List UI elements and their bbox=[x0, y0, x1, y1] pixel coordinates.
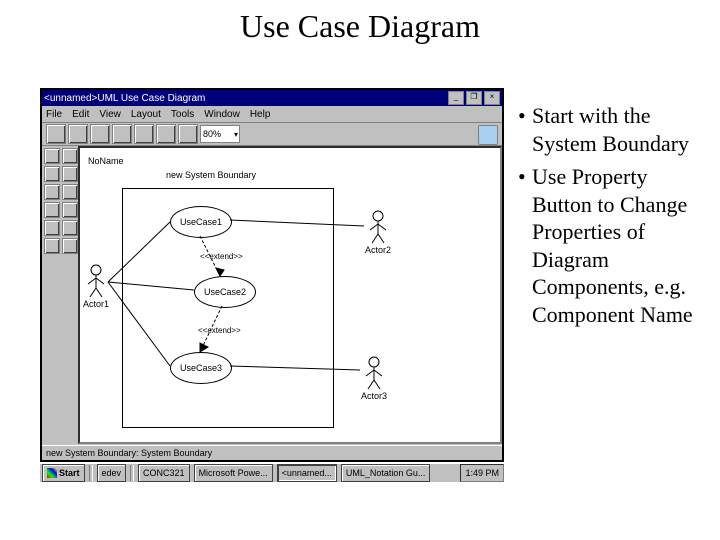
status-text: new System Boundary: System Boundary bbox=[46, 448, 212, 458]
palette-actor-icon[interactable] bbox=[44, 166, 60, 182]
menu-view[interactable]: View bbox=[99, 109, 121, 120]
menubar: File Edit View Layout Tools Window Help bbox=[42, 106, 502, 123]
menu-help[interactable]: Help bbox=[250, 109, 271, 120]
menu-window[interactable]: Window bbox=[204, 109, 240, 120]
palette-dashed-icon[interactable] bbox=[62, 202, 78, 218]
tasks-separator bbox=[130, 465, 134, 481]
canvas[interactable]: NoName new System Boundary UseCase1 UseC… bbox=[78, 146, 502, 444]
tool-print-icon[interactable] bbox=[112, 124, 132, 144]
minimize-button[interactable]: _ bbox=[448, 91, 464, 105]
zoom-value: 80% bbox=[203, 129, 221, 139]
start-button[interactable]: Start bbox=[42, 464, 85, 482]
app-window: <unnamed>UML Use Case Diagram _ ❐ × File… bbox=[40, 88, 504, 462]
menu-layout[interactable]: Layout bbox=[131, 109, 161, 120]
menu-file[interactable]: File bbox=[46, 109, 62, 120]
toolbar: 80% bbox=[42, 123, 502, 146]
palette-note-icon[interactable] bbox=[62, 184, 78, 200]
taskbar: Start edev CONC321 Microsoft Powe... <un… bbox=[40, 462, 504, 482]
close-button[interactable]: × bbox=[484, 91, 500, 105]
palette-boundary-icon[interactable] bbox=[44, 184, 60, 200]
tool-palette bbox=[42, 146, 83, 444]
tool-cut-icon[interactable] bbox=[134, 124, 154, 144]
bullet-item: Use Property Button to Change Properties… bbox=[532, 163, 708, 328]
statusbar: new System Boundary: System Boundary bbox=[42, 445, 502, 460]
slide: Use Case Diagram <unnamed>UML Use Case D… bbox=[0, 0, 720, 540]
menu-tools[interactable]: Tools bbox=[171, 109, 194, 120]
workarea: NoName new System Boundary UseCase1 UseC… bbox=[42, 146, 502, 444]
page-title: Use Case Diagram bbox=[0, 8, 720, 45]
task-item[interactable]: CONC321 bbox=[138, 464, 190, 482]
palette-text-icon[interactable] bbox=[62, 148, 78, 164]
quicklaunch-item[interactable]: edev bbox=[97, 464, 127, 482]
palette-select-icon[interactable] bbox=[44, 148, 60, 164]
system-tray[interactable]: 1:49 PM bbox=[460, 464, 504, 482]
window-controls: _ ❐ × bbox=[448, 91, 500, 105]
window-title: <unnamed>UML Use Case Diagram bbox=[44, 93, 205, 104]
task-item[interactable]: Microsoft Powe... bbox=[194, 464, 273, 482]
task-item-active[interactable]: <unnamed... bbox=[277, 464, 337, 482]
bullet-list: Start with the System Boundary Use Prope… bbox=[516, 102, 708, 334]
zoom-combo[interactable]: 80% bbox=[200, 125, 240, 143]
maximize-button[interactable]: ❐ bbox=[466, 91, 482, 105]
palette-usecase-icon[interactable] bbox=[62, 166, 78, 182]
connectors bbox=[80, 148, 500, 444]
clock: 1:49 PM bbox=[465, 468, 499, 478]
start-label: Start bbox=[59, 468, 80, 478]
tool-save-icon[interactable] bbox=[90, 124, 110, 144]
palette-gen-icon[interactable] bbox=[62, 238, 78, 254]
palette-include-icon[interactable] bbox=[44, 238, 60, 254]
tool-open-icon[interactable] bbox=[68, 124, 88, 144]
palette-line-icon[interactable] bbox=[44, 202, 60, 218]
task-item[interactable]: UML_Notation Gu... bbox=[341, 464, 431, 482]
palette-assoc-icon[interactable] bbox=[44, 220, 60, 236]
tool-new-icon[interactable] bbox=[46, 124, 66, 144]
quicklaunch-separator bbox=[89, 465, 93, 481]
globe-icon[interactable] bbox=[478, 125, 498, 145]
menu-edit[interactable]: Edit bbox=[72, 109, 89, 120]
tool-copy-icon[interactable] bbox=[156, 124, 176, 144]
tool-paste-icon[interactable] bbox=[178, 124, 198, 144]
bullet-item: Start with the System Boundary bbox=[532, 102, 708, 157]
titlebar: <unnamed>UML Use Case Diagram _ ❐ × bbox=[42, 90, 502, 106]
windows-logo-icon bbox=[47, 468, 57, 478]
palette-extend-icon[interactable] bbox=[62, 220, 78, 236]
